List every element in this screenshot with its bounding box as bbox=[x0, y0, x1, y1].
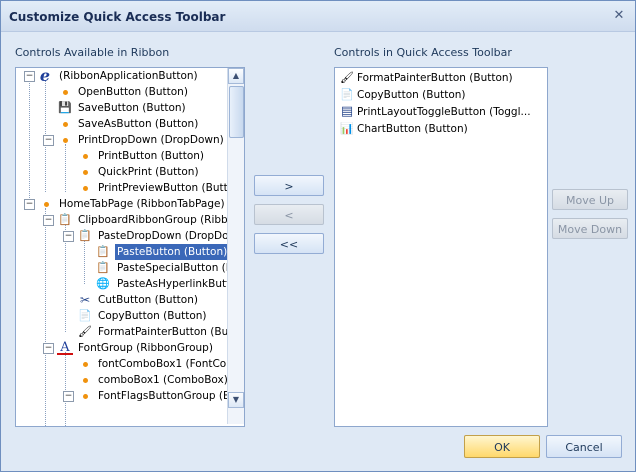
tree-item-label: FontGroup (RibbonGroup) bbox=[78, 342, 213, 354]
add-button[interactable]: > bbox=[254, 175, 324, 196]
format-painter-icon: 🖌 bbox=[340, 71, 354, 84]
scissors-icon: ✂ bbox=[79, 293, 91, 307]
ok-button[interactable]: OK bbox=[464, 435, 540, 458]
tree-item-label: PrintPreviewButton (Button) bbox=[98, 182, 245, 194]
tree-item-label: PrintButton (Button) bbox=[98, 150, 205, 162]
tree-item-label: PasteSpecialButton (Bu bbox=[117, 262, 240, 274]
tree-item-label: FormatPainterButton (Butt bbox=[98, 326, 237, 338]
bullet-icon bbox=[83, 186, 88, 191]
bullet-icon bbox=[63, 90, 68, 95]
list-item-label: PrintLayoutToggleButton (Toggl... bbox=[357, 106, 531, 118]
collapse-icon[interactable]: − bbox=[43, 135, 54, 146]
tree-item-label: PasteButton (Button) bbox=[115, 244, 230, 260]
ribbon-controls-tree[interactable]: − e (RibbonApplicationButton) OpenButton… bbox=[15, 67, 245, 427]
tree-connector bbox=[45, 208, 46, 426]
tree-connector bbox=[84, 240, 85, 284]
ie-logo-icon: e bbox=[39, 67, 51, 85]
close-icon[interactable]: ✕ bbox=[611, 8, 627, 24]
tree-item-label: CopyButton (Button) bbox=[98, 310, 207, 322]
tree-connector bbox=[65, 144, 66, 192]
collapse-icon[interactable]: − bbox=[43, 215, 54, 226]
chart-icon: 📊 bbox=[340, 122, 354, 135]
floppy-disk-icon: 💾 bbox=[58, 101, 72, 114]
collapse-icon[interactable]: − bbox=[24, 71, 35, 82]
remove-button[interactable]: < bbox=[254, 204, 324, 225]
tree-item-label: PrintDropDown (DropDown) bbox=[78, 134, 224, 146]
format-painter-icon: 🖌 bbox=[78, 325, 92, 338]
cancel-button[interactable]: Cancel bbox=[546, 435, 622, 458]
bullet-icon bbox=[83, 154, 88, 159]
paste-icon: 📋 bbox=[96, 261, 110, 274]
qat-controls-list[interactable]: 🖌 FormatPainterButton (Button) 📄 CopyBut… bbox=[334, 67, 548, 427]
tree-item-label: CutButton (Button) bbox=[98, 294, 198, 306]
bullet-icon bbox=[83, 378, 88, 383]
remove-all-button[interactable]: << bbox=[254, 233, 324, 254]
globe-link-icon: 🌐 bbox=[96, 277, 110, 290]
collapse-icon[interactable]: − bbox=[63, 391, 74, 402]
tree-item-label: PasteDropDown (DropDow bbox=[98, 230, 238, 242]
collapse-icon[interactable]: − bbox=[43, 343, 54, 354]
tree-connector bbox=[65, 352, 66, 426]
customize-qat-dialog: Customize Quick Access Toolbar ✕ Control… bbox=[0, 0, 636, 472]
tree-item-label: FontFlagsButtonGroup (But bbox=[98, 390, 241, 402]
clipboard-icon: 📋 bbox=[58, 213, 72, 226]
print-layout-icon: ▤ bbox=[340, 104, 354, 119]
tree-item-label: SaveAsButton (Button) bbox=[78, 118, 199, 130]
tree-item-label: PasteAsHyperlinkButto bbox=[117, 278, 237, 290]
list-item-label: ChartButton (Button) bbox=[357, 123, 468, 135]
collapse-icon[interactable]: − bbox=[24, 199, 35, 210]
bullet-icon bbox=[83, 170, 88, 175]
collapse-icon[interactable]: − bbox=[63, 231, 74, 242]
tree-connector bbox=[29, 80, 30, 208]
tree-item-label: QuickPrint (Button) bbox=[98, 166, 199, 178]
paste-icon: 📋 bbox=[96, 245, 110, 258]
title-bar: Customize Quick Access Toolbar ✕ bbox=[1, 1, 635, 32]
bullet-icon bbox=[83, 394, 88, 399]
bullet-icon bbox=[63, 138, 68, 143]
copy-icon: 📄 bbox=[340, 88, 354, 101]
scroll-up-icon[interactable]: ▲ bbox=[228, 68, 244, 84]
list-item-label: FormatPainterButton (Button) bbox=[357, 72, 513, 84]
bullet-icon bbox=[63, 122, 68, 127]
bullet-icon bbox=[44, 202, 49, 207]
copy-icon: 📄 bbox=[78, 309, 92, 322]
tree-item-label: OpenButton (Button) bbox=[78, 86, 188, 98]
tree-item-label: fontComboBox1 (FontComb bbox=[98, 358, 244, 370]
move-down-button[interactable]: Move Down bbox=[552, 218, 628, 239]
tree-item-label: (RibbonApplicationButton) bbox=[59, 70, 198, 82]
move-up-button[interactable]: Move Up bbox=[552, 189, 628, 210]
tree-item-label: HomeTabPage (RibbonTabPage) bbox=[59, 198, 225, 210]
qat-controls-label: Controls in Quick Access Toolbar bbox=[334, 46, 512, 59]
tree-item-label: comboBox1 (ComboBox) bbox=[98, 374, 228, 386]
bullet-icon bbox=[83, 362, 88, 367]
tree-item-label: ClipboardRibbonGroup (Ribbon bbox=[78, 214, 241, 226]
list-item-label: CopyButton (Button) bbox=[357, 89, 466, 101]
paste-icon: 📋 bbox=[78, 229, 92, 242]
tree-scrollbar[interactable]: ▲ ▼ bbox=[227, 68, 244, 424]
scroll-thumb[interactable] bbox=[229, 86, 244, 138]
scroll-down-icon[interactable]: ▼ bbox=[228, 392, 244, 408]
dialog-title: Customize Quick Access Toolbar bbox=[9, 10, 226, 24]
available-controls-label: Controls Available in Ribbon bbox=[15, 46, 170, 59]
font-a-icon: A bbox=[57, 340, 73, 355]
tree-item-label: SaveButton (Button) bbox=[78, 102, 186, 114]
